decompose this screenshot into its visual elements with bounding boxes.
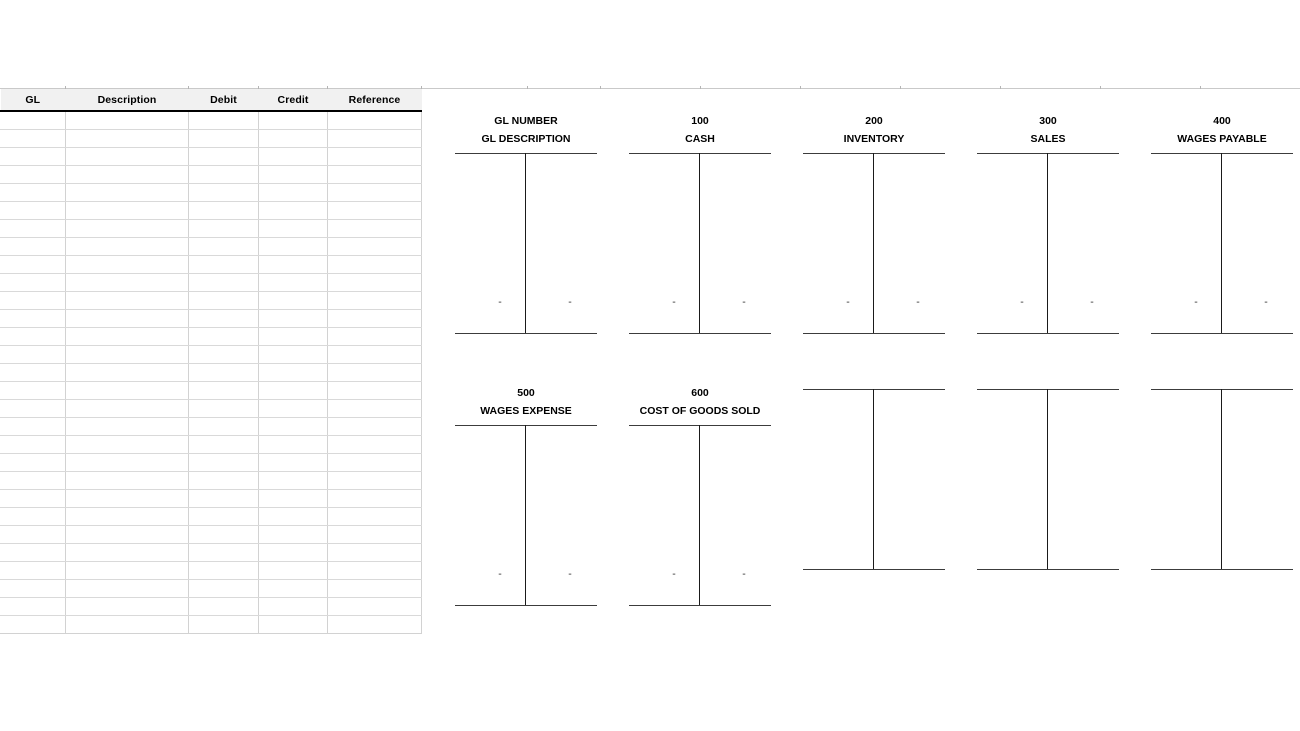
t-account-number: 100	[691, 115, 709, 127]
t-account-debit-total: -	[672, 568, 676, 580]
worksheet-canvas: GL Description Debit Credit Reference GL…	[0, 0, 1300, 731]
t-account-totals: --	[803, 295, 945, 311]
t-account-center-divider	[1221, 389, 1222, 570]
t-account-totals: --	[629, 295, 771, 311]
t-account-center-divider	[1047, 389, 1048, 570]
t-account-number: GL NUMBER	[494, 115, 558, 127]
t-account-heading: 400 WAGES PAYABLE	[1151, 112, 1293, 148]
t-account-debit-total: -	[672, 296, 676, 308]
t-account-totals: --	[1151, 295, 1293, 311]
t-account-number: 300	[1039, 115, 1057, 127]
t-account-gl-500-wages-expense: 500 WAGES EXPENSE - -	[455, 384, 597, 606]
t-account-blank-account-5	[1151, 384, 1293, 570]
t-account-description: WAGES PAYABLE	[1177, 133, 1267, 145]
t-account-gl-200-inventory: 200 INVENTORY - -	[803, 112, 945, 334]
t-account-credit-total: -	[568, 296, 572, 308]
t-accounts-area: GL NUMBER GL DESCRIPTION - -100 CASH - -200 INV…	[0, 0, 1300, 731]
t-account-bottom-rule	[803, 333, 945, 334]
t-account-top-rule	[803, 153, 945, 154]
t-account-top-rule	[1151, 389, 1293, 390]
t-account-ledger[interactable]	[1151, 389, 1293, 570]
t-account-blank-account-3	[803, 384, 945, 570]
t-account-number: 500	[517, 387, 535, 399]
t-account-ledger[interactable]	[803, 389, 945, 570]
t-account-bottom-rule	[629, 605, 771, 606]
t-account-description: COST OF GOODS SOLD	[639, 405, 761, 417]
t-account-bottom-rule	[1151, 569, 1293, 570]
t-account-credit-total: -	[742, 568, 746, 580]
t-account-header-legend: GL NUMBER GL DESCRIPTION - -	[455, 112, 597, 334]
t-account-heading: 300 SALES	[977, 112, 1119, 148]
t-account-top-rule	[455, 153, 597, 154]
t-account-top-rule	[455, 425, 597, 426]
t-account-credit-total: -	[916, 296, 920, 308]
t-account-center-divider	[873, 389, 874, 570]
t-account-credit-total: -	[1264, 296, 1268, 308]
t-account-ledger[interactable]	[977, 389, 1119, 570]
t-account-top-rule	[977, 153, 1119, 154]
t-account-debit-total: -	[846, 296, 850, 308]
t-account-debit-total: -	[498, 568, 502, 580]
t-account-gl-300-sales: 300 SALES - -	[977, 112, 1119, 334]
t-account-bottom-rule	[803, 569, 945, 570]
t-account-top-rule	[1151, 153, 1293, 154]
t-account-bottom-rule	[629, 333, 771, 334]
t-account-top-rule	[629, 425, 771, 426]
t-account-bottom-rule	[977, 333, 1119, 334]
t-account-heading: GL NUMBER GL DESCRIPTION	[455, 112, 597, 148]
t-account-totals: --	[629, 567, 771, 583]
t-account-description: INVENTORY	[843, 133, 905, 145]
t-account-number: 200	[865, 115, 883, 127]
t-account-description: CASH	[685, 133, 715, 145]
t-account-totals: --	[455, 295, 597, 311]
t-account-top-rule	[629, 153, 771, 154]
t-account-totals: --	[977, 295, 1119, 311]
t-account-heading: 600 COST OF GOODS SOLD	[629, 384, 771, 420]
t-account-credit-total: -	[568, 568, 572, 580]
t-account-description: WAGES EXPENSE	[480, 405, 572, 417]
t-account-debit-total: -	[1020, 296, 1024, 308]
t-account-bottom-rule	[977, 569, 1119, 570]
t-account-debit-total: -	[1194, 296, 1198, 308]
t-account-number: 400	[1213, 115, 1231, 127]
t-account-description: GL DESCRIPTION	[481, 133, 571, 145]
t-account-gl-600-cost-of-goods-sold: 600 COST OF GOODS SOLD - -	[629, 384, 771, 606]
t-account-top-rule	[977, 389, 1119, 390]
t-account-bottom-rule	[455, 333, 597, 334]
t-account-heading: 500 WAGES EXPENSE	[455, 384, 597, 420]
t-account-description: SALES	[1030, 133, 1066, 145]
t-account-credit-total: -	[742, 296, 746, 308]
t-account-blank-account-4	[977, 384, 1119, 570]
t-account-heading: 100 CASH	[629, 112, 771, 148]
t-account-totals: --	[455, 567, 597, 583]
t-account-top-rule	[803, 389, 945, 390]
t-account-number: 600	[691, 387, 709, 399]
t-account-heading: 200 INVENTORY	[803, 112, 945, 148]
t-account-credit-total: -	[1090, 296, 1094, 308]
t-account-debit-total: -	[498, 296, 502, 308]
t-account-gl-100-cash: 100 CASH - -	[629, 112, 771, 334]
t-account-bottom-rule	[455, 605, 597, 606]
t-account-bottom-rule	[1151, 333, 1293, 334]
t-account-gl-400-wages-payable: 400 WAGES PAYABLE - -	[1151, 112, 1293, 334]
